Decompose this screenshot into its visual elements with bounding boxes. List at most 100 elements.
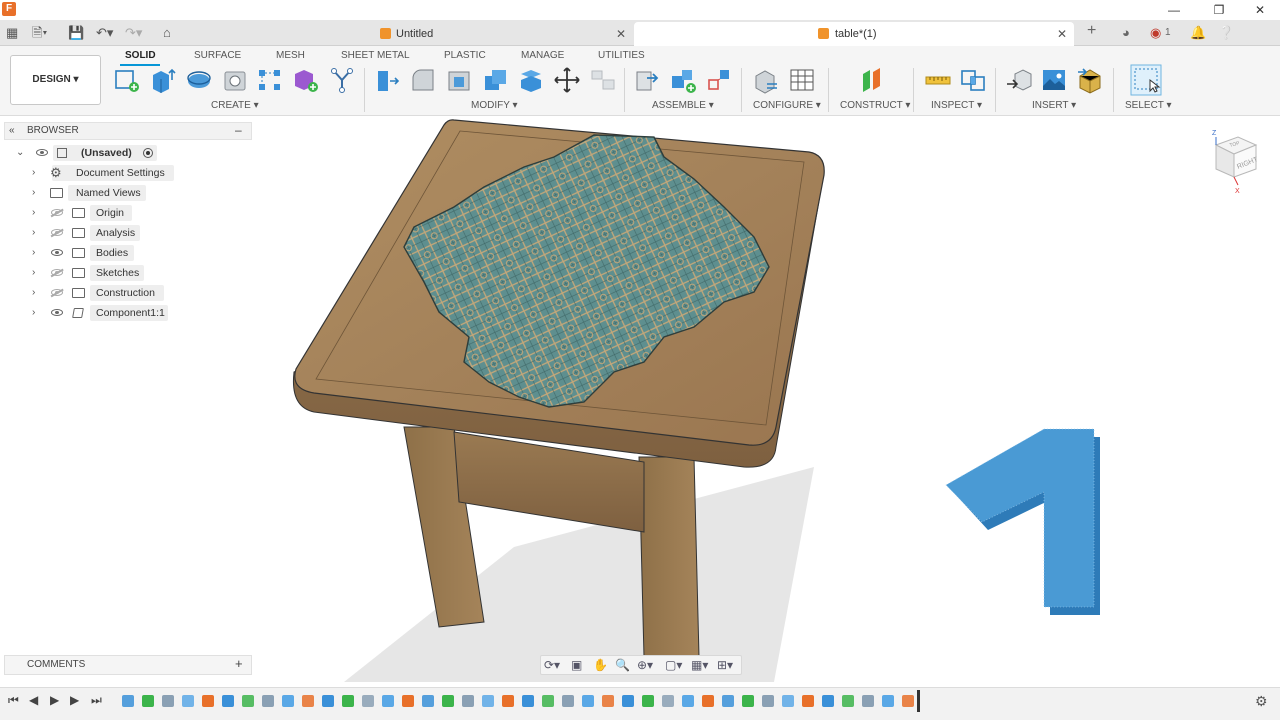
timeline-feature-icon[interactable]	[602, 695, 614, 707]
go-to-start-icon[interactable]: ⏮	[8, 693, 19, 708]
look-at-icon[interactable]: ▣	[571, 658, 582, 672]
timeline-feature-icon[interactable]	[862, 695, 874, 707]
timeline-feature-icon[interactable]	[722, 695, 734, 707]
timeline-feature-icon[interactable]	[362, 695, 374, 707]
grid-menu-icon[interactable]: ▦	[6, 24, 18, 42]
file-menu-icon[interactable]: 🗎▾	[32, 24, 47, 42]
group-configure-label[interactable]: CONFIGURE ▾	[753, 100, 821, 111]
timeline-feature-icon[interactable]	[822, 695, 834, 707]
redo-icon[interactable]: ↷▾	[125, 24, 142, 42]
group-modify-label[interactable]: MODIFY ▾	[471, 100, 518, 111]
joint-icon[interactable]	[669, 66, 697, 94]
timeline-feature-icon[interactable]	[202, 695, 214, 707]
chevron-down-icon[interactable]: ⌄	[16, 144, 26, 162]
timeline-feature-icon[interactable]	[442, 695, 454, 707]
tree-item-component1[interactable]: › Component1:1	[32, 304, 192, 322]
tree-item-named-views[interactable]: › Named Views	[32, 184, 192, 202]
group-construct-label[interactable]: CONSTRUCT ▾	[840, 100, 910, 111]
timeline-feature-icon[interactable]	[302, 695, 314, 707]
timeline-feature-icon[interactable]	[242, 695, 254, 707]
chevron-right-icon[interactable]: ›	[32, 284, 42, 302]
offset-plane-icon[interactable]	[858, 66, 886, 94]
workspace-switcher-button[interactable]: DESIGN ▾	[10, 55, 101, 105]
select-window-icon[interactable]	[1130, 64, 1162, 96]
comments-panel[interactable]: COMMENTS +	[4, 655, 252, 675]
timeline-feature-icon[interactable]	[802, 695, 814, 707]
activate-radio-icon[interactable]	[143, 148, 153, 158]
timeline-feature-icon[interactable]	[782, 695, 794, 707]
group-inspect-label[interactable]: INSPECT ▾	[931, 100, 982, 111]
minimize-button[interactable]: —	[1164, 1, 1184, 19]
press-pull-icon[interactable]	[373, 66, 401, 94]
pan-hand-icon[interactable]: ✋	[593, 658, 608, 672]
tab-manage[interactable]: MANAGE	[521, 50, 564, 61]
tree-item-bodies[interactable]: › Bodies	[32, 244, 192, 262]
visibility-hidden-icon[interactable]	[51, 269, 63, 276]
chevron-right-icon[interactable]: ›	[32, 264, 42, 282]
timeline-settings-gear-icon[interactable]: ⚙	[1255, 693, 1268, 710]
timeline-feature-icon[interactable]	[662, 695, 674, 707]
timeline-feature-icon[interactable]	[842, 695, 854, 707]
collapse-panel-icon[interactable]: «	[9, 123, 15, 139]
orbit-icon[interactable]: ⟳▾	[544, 658, 560, 672]
create-form-icon[interactable]	[328, 66, 356, 94]
tab-utilities[interactable]: UTILITIES	[598, 50, 645, 61]
chevron-right-icon[interactable]: ›	[32, 244, 42, 262]
canvas-viewport[interactable]: TOP RIGHT Z X	[254, 117, 1280, 687]
timeline-feature-icon[interactable]	[902, 695, 914, 707]
move-copy-icon[interactable]	[553, 66, 581, 94]
timeline-feature-icon[interactable]	[162, 695, 174, 707]
tab-untitled[interactable]: Untitled ✕	[373, 22, 631, 46]
close-window-button[interactable]: ✕	[1250, 1, 1270, 19]
group-assemble-label[interactable]: ASSEMBLE ▾	[652, 100, 714, 111]
timeline-feature-icon[interactable]	[702, 695, 714, 707]
help-icon[interactable]: ❔	[1218, 24, 1234, 42]
create-sketch-icon[interactable]	[113, 66, 141, 94]
timeline-feature-icon[interactable]	[762, 695, 774, 707]
tab-plastic[interactable]: PLASTIC	[444, 50, 486, 61]
chevron-right-icon[interactable]: ›	[32, 224, 42, 242]
timeline-feature-icon[interactable]	[382, 695, 394, 707]
split-body-icon[interactable]	[517, 66, 545, 94]
revolve-icon[interactable]	[185, 66, 213, 94]
timeline-feature-icon[interactable]	[122, 695, 134, 707]
tree-item-analysis[interactable]: › Analysis	[32, 224, 192, 242]
display-settings-icon[interactable]: ▢▾	[665, 658, 682, 672]
visibility-eye-icon[interactable]	[51, 249, 63, 256]
timeline-feature-icon[interactable]	[622, 695, 634, 707]
tree-item-sketches[interactable]: › Sketches	[32, 264, 192, 282]
new-component-assemble-icon[interactable]	[633, 66, 661, 94]
close-tab-icon[interactable]: ✕	[616, 22, 626, 46]
timeline-feature-icon[interactable]	[742, 695, 754, 707]
add-comment-icon[interactable]: +	[235, 655, 243, 673]
rectangular-pattern-icon[interactable]	[256, 66, 284, 94]
insert-mesh-icon[interactable]	[1076, 66, 1104, 94]
timeline-marker[interactable]	[917, 690, 920, 712]
tab-surface[interactable]: SURFACE	[194, 50, 241, 61]
job-status-icon[interactable]: ◕	[1122, 24, 1130, 42]
insert-derive-icon[interactable]	[1005, 66, 1033, 94]
timeline-feature-icon[interactable]	[542, 695, 554, 707]
timeline-feature-icon[interactable]	[262, 695, 274, 707]
chevron-right-icon[interactable]: ›	[32, 304, 42, 322]
tree-item-origin[interactable]: › Origin	[32, 204, 192, 222]
timeline-feature-icon[interactable]	[502, 695, 514, 707]
hole-icon[interactable]	[221, 66, 249, 94]
tab-sheet-metal[interactable]: SHEET METAL	[341, 50, 410, 61]
timeline-feature-icon[interactable]	[522, 695, 534, 707]
tab-table[interactable]: table*(1) ✕	[634, 22, 1074, 46]
new-tab-icon[interactable]: +	[1087, 22, 1096, 40]
chevron-right-icon[interactable]: ›	[32, 184, 42, 202]
visibility-hidden-icon[interactable]	[51, 209, 63, 216]
minimize-browser-icon[interactable]: –	[235, 122, 242, 138]
configure-model-icon[interactable]	[752, 66, 780, 94]
visibility-eye-icon[interactable]	[36, 149, 48, 156]
user-account-icon[interactable]: ◉	[1150, 24, 1161, 42]
play-icon[interactable]: ▶	[50, 693, 59, 707]
restore-button[interactable]: ❐	[1209, 1, 1229, 19]
timeline-feature-icon[interactable]	[562, 695, 574, 707]
timeline-feature-icon[interactable]	[462, 695, 474, 707]
group-insert-label[interactable]: INSERT ▾	[1032, 100, 1076, 111]
group-select-label[interactable]: SELECT ▾	[1125, 100, 1172, 111]
tree-item-construction[interactable]: › Construction	[32, 284, 192, 302]
